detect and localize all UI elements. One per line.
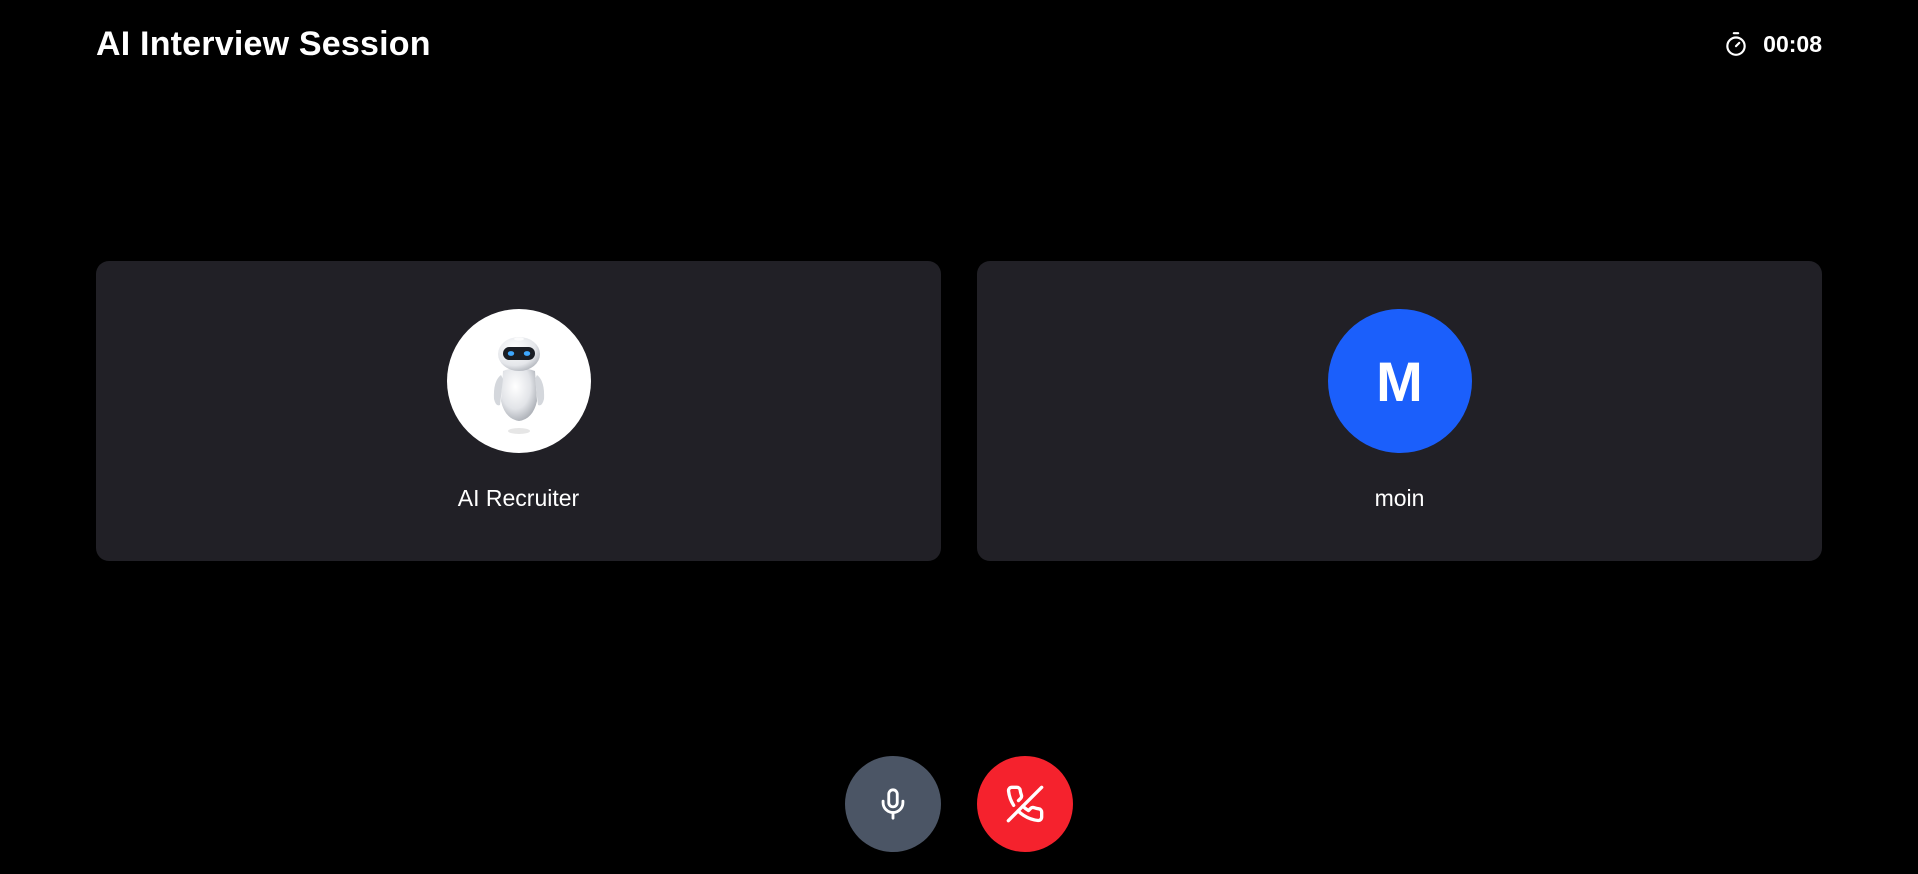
stopwatch-icon	[1723, 31, 1749, 57]
participant-name: AI Recruiter	[457, 485, 580, 511]
phone-off-icon	[1006, 785, 1044, 823]
session-timer: 00:08	[1723, 31, 1822, 58]
ai-recruiter-avatar	[446, 309, 591, 453]
end-call-button[interactable]	[977, 756, 1073, 852]
page-title: AI Interview Session	[96, 24, 431, 63]
interview-app: AI Interview Session 00:08 AI Recruiter …	[0, 0, 1918, 874]
user-avatar: M	[1327, 309, 1472, 453]
header: AI Interview Session 00:08	[96, 0, 1822, 88]
call-controls	[0, 756, 1918, 852]
participant-tile-user: M moin	[977, 261, 1822, 561]
timer-value: 00:08	[1763, 30, 1822, 57]
robot-icon	[493, 337, 544, 434]
participant-tile-ai-recruiter: AI Recruiter	[96, 261, 941, 561]
participant-name: moin	[1374, 485, 1425, 511]
avatar-initial: M	[1376, 349, 1423, 413]
mute-button[interactable]	[845, 756, 941, 852]
microphone-icon	[881, 788, 905, 820]
participant-tiles: AI Recruiter M moin	[96, 261, 1822, 561]
